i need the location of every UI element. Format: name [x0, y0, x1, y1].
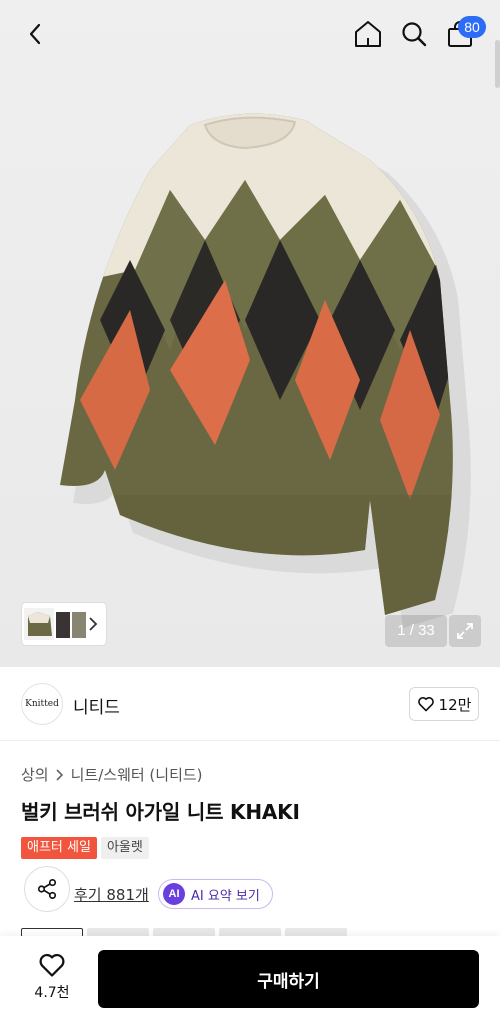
share-button[interactable] [24, 866, 70, 912]
cart-count-badge: 80 [458, 16, 486, 38]
share-icon [37, 879, 57, 899]
tab-peek-item[interactable] [219, 928, 281, 936]
chevron-right-icon [56, 768, 63, 781]
back-button[interactable] [16, 14, 56, 54]
ai-summary-label: AI 요약 보기 [191, 888, 260, 904]
favorite-button[interactable]: 4.7천 [24, 952, 80, 1002]
outlet-tag: 아울렛 [100, 837, 149, 859]
expand-button[interactable] [449, 615, 481, 647]
chevron-right-icon [89, 617, 98, 631]
scroll-indicator [495, 40, 500, 88]
brand-logo[interactable]: Knitted [21, 683, 63, 725]
thumbnail-strip[interactable] [22, 603, 106, 645]
image-pager: 1 / 33 [385, 615, 447, 647]
top-bar: 80 [0, 0, 500, 88]
favorite-count: 4.7천 [34, 985, 70, 1001]
expand-icon [457, 623, 473, 639]
search-button[interactable] [394, 14, 434, 54]
thumbnail-images [24, 608, 86, 640]
breadcrumb: 상의 니트/스웨터 (니티드) [21, 764, 203, 785]
brand-name[interactable]: 니티드 [73, 693, 120, 718]
heart-icon [417, 697, 434, 712]
bottom-action-bar: 4.7천 구매하기 [0, 936, 500, 1024]
product-tags: 애프터 세일 아울렛 [21, 837, 149, 859]
back-icon [29, 23, 41, 45]
home-button[interactable] [348, 14, 388, 54]
breadcrumb-subcategory[interactable]: 니트/스웨터 (니티드) [71, 764, 203, 785]
product-image [60, 113, 471, 629]
brand-row: Knitted 니티드 12만 [0, 667, 500, 741]
tab-peek-item[interactable] [153, 928, 215, 936]
reviews-link[interactable]: 후기 881개 [74, 884, 149, 905]
product-image-gallery[interactable]: 80 1 / 33 [0, 0, 500, 667]
tab-peek-item[interactable] [285, 928, 347, 936]
product-title: 벌키 브러쉬 아가일 니트 KHAKI [21, 800, 300, 824]
search-icon [402, 22, 427, 47]
buy-button[interactable]: 구매하기 [98, 950, 479, 1008]
ai-summary-button[interactable]: AI AI 요약 보기 [158, 879, 273, 909]
brand-like-count: 12만 [438, 695, 472, 714]
sale-tag: 애프터 세일 [21, 837, 97, 859]
heart-icon [39, 953, 65, 977]
tab-peek-item[interactable] [21, 928, 83, 936]
ai-badge: AI [163, 883, 185, 905]
tab-peek-item[interactable] [87, 928, 149, 936]
home-icon [355, 21, 381, 47]
brand-logo-text: Knitted [25, 699, 59, 709]
brand-like-button[interactable]: 12만 [409, 687, 479, 721]
breadcrumb-category[interactable]: 상의 [21, 764, 49, 785]
tab-bar-peek [21, 928, 347, 936]
